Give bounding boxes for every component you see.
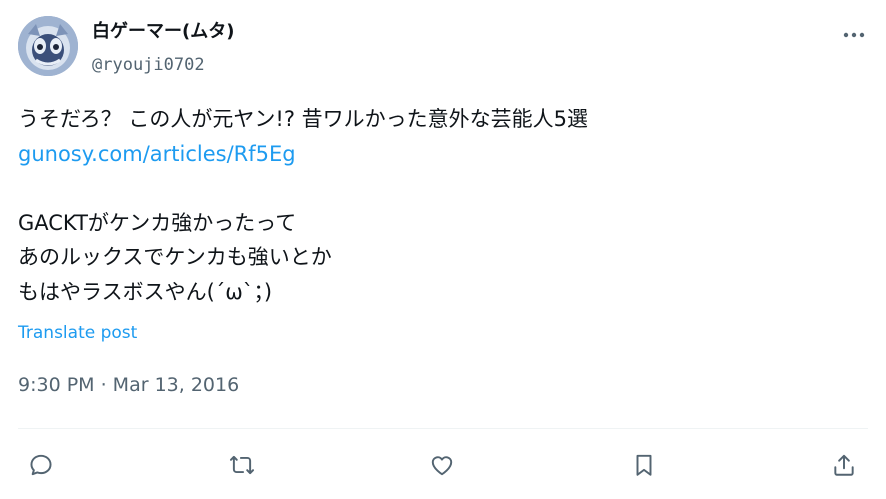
author-handle[interactable]: @ryouji0702 — [92, 54, 205, 76]
retweet-icon — [229, 455, 255, 475]
post-timestamp[interactable]: 9:30 PM · Mar 13, 2016 — [18, 372, 239, 398]
like-button[interactable] — [425, 448, 459, 482]
more-options-icon — [843, 32, 865, 38]
heart-icon — [431, 456, 453, 476]
tweet-card: 白ゲーマー(ムタ) @ryouji0702 うそだろ？ この人が元ヤン!? 昔ワ… — [0, 0, 886, 499]
bookmark-icon — [636, 454, 652, 476]
share-icon — [834, 454, 854, 476]
share-button[interactable] — [827, 448, 861, 482]
divider — [18, 428, 868, 429]
tweet-line: GACKTがケンカ強かったって — [18, 210, 297, 235]
avatar-character-icon — [18, 16, 78, 76]
translate-post-link[interactable]: Translate post — [18, 321, 137, 345]
reply-icon — [30, 454, 52, 476]
tweet-text: うそだろ？ この人が元ヤン!? 昔ワルかった意外な芸能人5選 gunosy.co… — [18, 102, 868, 309]
tweet-line: あのルックスでケンカも強いとか — [18, 245, 332, 269]
tweet-line: もはやラスボスやん(´ω`；) — [18, 279, 273, 304]
tweet-link[interactable]: gunosy.com/articles/Rf5Eg — [18, 142, 296, 166]
bookmark-button[interactable] — [627, 448, 661, 482]
avatar[interactable] — [18, 16, 78, 76]
retweet-button[interactable] — [225, 448, 259, 482]
tweet-line: うそだろ？ この人が元ヤン!? 昔ワルかった意外な芸能人5選 — [18, 107, 589, 131]
reply-button[interactable] — [24, 448, 58, 482]
more-options-button[interactable] — [838, 24, 870, 46]
author-display-name[interactable]: 白ゲーマー(ムタ) — [92, 20, 234, 44]
